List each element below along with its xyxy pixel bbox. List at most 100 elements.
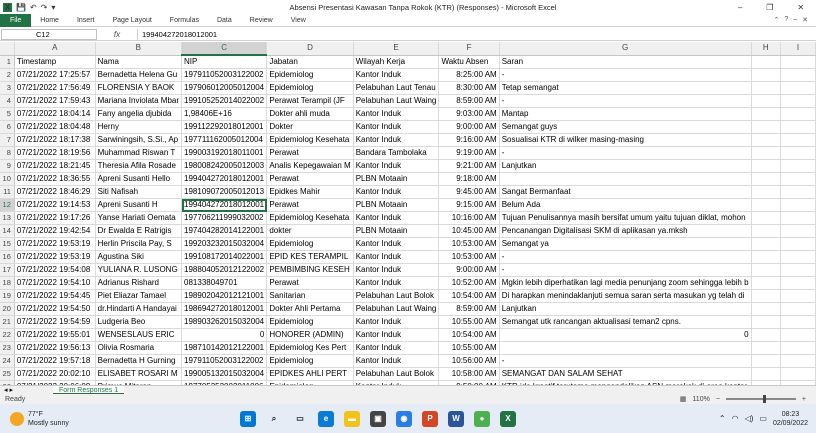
cell-g17[interactable]: - xyxy=(499,263,752,277)
cell-d9[interactable]: Analis Kepegawaian M xyxy=(266,159,354,173)
cell-h14[interactable] xyxy=(751,224,781,238)
cell-i17[interactable] xyxy=(780,263,816,277)
cell-a10[interactable]: 07/21/2022 18:36:55 xyxy=(14,172,96,186)
cell-a6[interactable]: 07/21/2022 18:04:48 xyxy=(14,120,96,134)
cell-a24[interactable]: 07/21/2022 19:57:18 xyxy=(14,354,96,368)
cell-h8[interactable] xyxy=(751,146,781,160)
cell-g10[interactable] xyxy=(499,172,752,186)
cell-i23[interactable] xyxy=(780,341,816,355)
cell-a2[interactable]: 07/21/2022 17:25:57 xyxy=(14,68,96,82)
ribbon-collapse-icon[interactable]: ⌃ xyxy=(773,16,779,24)
cell-d25[interactable]: EPIDKES AHLI PERT xyxy=(266,367,354,381)
cell-d6[interactable]: Dokter xyxy=(266,120,354,134)
cell-g20[interactable]: Lanjutkan xyxy=(499,302,752,316)
chrome-icon[interactable]: ◉ xyxy=(396,410,412,427)
cell-c18[interactable]: 081338049701 xyxy=(181,276,268,290)
zoom-in-icon[interactable]: + xyxy=(802,396,806,403)
cell-e20[interactable]: Pelabuhan Laut Waing xyxy=(353,302,440,316)
window-minimize-small-icon[interactable]: – xyxy=(793,16,797,24)
cell-i22[interactable] xyxy=(780,328,816,342)
store-icon[interactable]: ▣ xyxy=(370,410,386,427)
cell-f5[interactable]: 9:03:00 AM xyxy=(438,107,500,121)
cell-b7[interactable]: Sarwiningsih, S.Si., Ap xyxy=(95,133,183,147)
cell-a9[interactable]: 07/21/2022 18:21:45 xyxy=(14,159,96,173)
cell-e16[interactable]: Kantor Induk xyxy=(353,250,440,264)
column-header-b[interactable]: B xyxy=(95,42,183,56)
row-header[interactable]: 12 xyxy=(0,198,15,212)
cell-g5[interactable]: Mantap xyxy=(499,107,752,121)
cell-h11[interactable] xyxy=(751,185,781,199)
restore-icon[interactable]: ❐ xyxy=(766,3,773,12)
cell-f18[interactable]: 10:52:00 AM xyxy=(438,276,500,290)
row-header[interactable]: 10 xyxy=(0,172,15,186)
cell-g9[interactable]: Lanjutkan xyxy=(499,159,752,173)
cell-a14[interactable]: 07/21/2022 19:42:54 xyxy=(14,224,96,238)
weather-widget[interactable]: 77°F Mostly sunny xyxy=(0,410,200,428)
cell-h3[interactable] xyxy=(751,81,781,95)
cell-a17[interactable]: 07/21/2022 19:54:08 xyxy=(14,263,96,277)
cell-d22[interactable]: HONORER (ADMIN) xyxy=(266,328,354,342)
cell-b18[interactable]: Adrianus Rishard xyxy=(95,276,183,290)
insert-function-icon[interactable]: fx xyxy=(97,30,137,39)
cell-e10[interactable]: PLBN Motaain xyxy=(353,172,440,186)
cell-b19[interactable]: Piet Eliazar Tamael xyxy=(95,289,183,303)
cell-b2[interactable]: Bernadetta Helena Gu xyxy=(95,68,183,82)
cell-b14[interactable]: Dr Ewalda E Ratrigis xyxy=(95,224,183,238)
cell-i12[interactable] xyxy=(780,198,816,212)
cell-h24[interactable] xyxy=(751,354,781,368)
cell-a4[interactable]: 07/21/2022 17:59:43 xyxy=(14,94,96,108)
cell-g8[interactable]: - xyxy=(499,146,752,160)
row-header[interactable]: 17 xyxy=(0,263,15,277)
name-box[interactable]: C12 xyxy=(1,28,97,40)
powerpoint-icon[interactable]: P xyxy=(422,410,438,427)
row-header[interactable]: 9 xyxy=(0,159,15,173)
row-header[interactable]: 14 xyxy=(0,224,15,238)
row-header[interactable]: 13 xyxy=(0,211,15,225)
cell-i1[interactable] xyxy=(780,55,816,69)
cell-b6[interactable]: Herny xyxy=(95,120,183,134)
cell-g21[interactable]: Semangat utk rancangan aktualisasi teman… xyxy=(499,315,752,329)
cell-e21[interactable]: Kantor Induk xyxy=(353,315,440,329)
cell-f16[interactable]: 10:53:00 AM xyxy=(438,250,500,264)
cell-c16[interactable]: 199108172014022001 xyxy=(181,250,268,264)
sheet-nav-icon[interactable]: ◂ ▸ xyxy=(0,386,13,394)
cell-a8[interactable]: 07/21/2022 18:19:56 xyxy=(14,146,96,160)
excel-taskbar-icon[interactable]: X xyxy=(500,410,516,427)
cell-f10[interactable]: 9:18:00 AM xyxy=(438,172,500,186)
cell-i8[interactable] xyxy=(780,146,816,160)
cell-i3[interactable] xyxy=(780,81,816,95)
cell-e1[interactable]: Wilayah Kerja xyxy=(353,55,440,69)
cell-d7[interactable]: Epidemiolog Kesehata xyxy=(266,133,354,147)
column-header-d[interactable]: D xyxy=(266,42,354,56)
cell-b25[interactable]: ELISABET ROSARI M xyxy=(95,367,183,381)
cell-e24[interactable]: Kantor Induk xyxy=(353,354,440,368)
row-header[interactable]: 18 xyxy=(0,276,15,290)
column-header-g[interactable]: G xyxy=(499,42,752,56)
row-header[interactable]: 25 xyxy=(0,367,15,381)
cell-e4[interactable]: Pelabuhan Laut Waing xyxy=(353,94,440,108)
cell-e3[interactable]: Pelabuhan Laut Tenau xyxy=(353,81,440,95)
tab-data[interactable]: Data xyxy=(208,14,241,27)
tab-review[interactable]: Review xyxy=(241,14,282,27)
cell-g19[interactable]: Di harapkan menindaklanjuti semua saran … xyxy=(499,289,752,303)
undo-icon[interactable]: ↶ xyxy=(30,3,37,12)
cell-h22[interactable] xyxy=(751,328,781,342)
cell-d2[interactable]: Epidemiolog xyxy=(266,68,354,82)
cell-g18[interactable]: Mgkin lebih diperhatikan lagi media penu… xyxy=(499,276,752,290)
cell-b8[interactable]: Muhammad Riswan T xyxy=(95,146,183,160)
row-header[interactable]: 4 xyxy=(0,94,15,108)
cell-f20[interactable]: 8:59:00 AM xyxy=(438,302,500,316)
cell-d17[interactable]: PEMBIMBING KESEH xyxy=(266,263,354,277)
cell-h16[interactable] xyxy=(751,250,781,264)
cell-b23[interactable]: Olivia Rosmaria xyxy=(95,341,183,355)
cell-d10[interactable]: Perawat xyxy=(266,172,354,186)
cell-g24[interactable]: - xyxy=(499,354,752,368)
cell-i7[interactable] xyxy=(780,133,816,147)
cell-c15[interactable]: 199203232015032004 xyxy=(181,237,268,251)
cell-e5[interactable]: Kantor Induk xyxy=(353,107,440,121)
cell-a3[interactable]: 07/21/2022 17:56:49 xyxy=(14,81,96,95)
cell-d16[interactable]: EPID KES TERAMPIL xyxy=(266,250,354,264)
cell-c10[interactable]: 199404272018012001 xyxy=(181,172,268,186)
window-close-small-icon[interactable]: ✕ xyxy=(802,16,808,24)
row-header[interactable]: 3 xyxy=(0,81,15,95)
